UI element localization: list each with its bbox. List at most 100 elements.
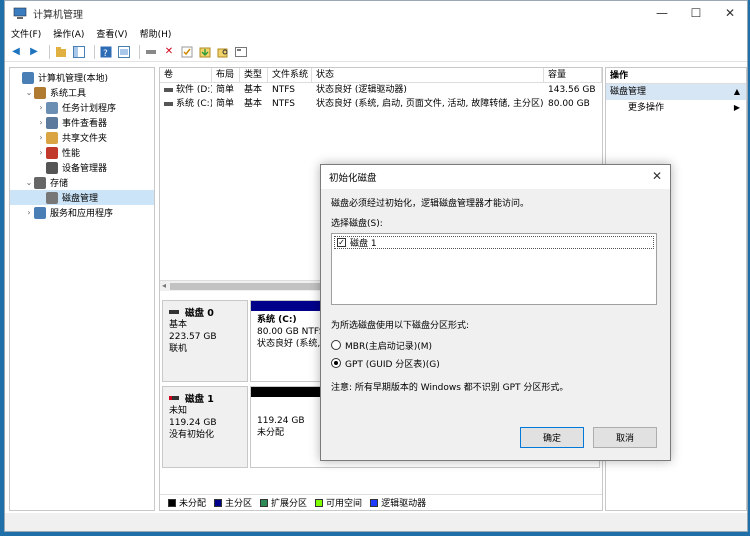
- tree-item[interactable]: ⌄ 存储: [10, 175, 154, 190]
- tree-item-label: 设备管理器: [62, 164, 108, 174]
- maximize-button[interactable]: ☐: [679, 1, 713, 25]
- chevron-down-icon[interactable]: ⌄: [24, 178, 34, 187]
- tree-item[interactable]: › 事件查看器: [10, 115, 154, 130]
- mbr-option[interactable]: MBR(主启动记录)(M): [331, 337, 660, 353]
- disk-0-info[interactable]: 磁盘 0 基本 223.57 GB 联机: [162, 300, 248, 382]
- back-arrow-icon[interactable]: ◀: [9, 45, 23, 59]
- svg-text:?: ?: [103, 49, 108, 58]
- chevron-right-icon[interactable]: ›: [36, 103, 46, 112]
- actions-section-disk-management[interactable]: 磁盘管理 ▲: [606, 84, 746, 100]
- minimize-button[interactable]: —: [645, 1, 679, 25]
- filesystem-cell: NTFS: [272, 99, 295, 109]
- volume-name: 软件 (D:): [176, 85, 212, 95]
- disk-0-type: 基本: [169, 320, 188, 330]
- disk-select-list[interactable]: ✓ 磁盘 1: [331, 233, 657, 305]
- table-row[interactable]: 系统 (C:) 简单 基本 NTFS 状态良好 (系统, 启动, 页面文件, 活…: [160, 97, 602, 111]
- more-actions-item[interactable]: 更多操作 ▶: [606, 100, 746, 116]
- status-cell: 状态良好 (系统, 启动, 页面文件, 活动, 故障转储, 主分区): [316, 99, 544, 109]
- disk-icon: [169, 310, 179, 314]
- column-header-layout[interactable]: 布局: [212, 68, 240, 82]
- chevron-down-icon[interactable]: ⌄: [24, 88, 34, 97]
- tree-item[interactable]: › 性能: [10, 145, 154, 160]
- column-header-status[interactable]: 状态: [312, 68, 544, 82]
- disk-0-title: 磁盘 0: [169, 305, 241, 319]
- collapse-up-icon[interactable]: ▲: [734, 84, 740, 100]
- type-cell: 基本: [244, 99, 263, 109]
- folder-search-icon[interactable]: [216, 45, 230, 59]
- tree-item[interactable]: 磁盘管理: [10, 190, 154, 205]
- actions-section-label: 磁盘管理: [610, 87, 647, 97]
- initialize-disk-dialog: 初始化磁盘 ✕ 磁盘必须经过初始化，逻辑磁盘管理器才能访问。 选择磁盘(S): …: [320, 164, 671, 461]
- help-icon[interactable]: ?: [99, 45, 113, 59]
- tree-item[interactable]: › 服务和应用程序: [10, 205, 154, 220]
- cancel-button[interactable]: 取消: [593, 427, 657, 448]
- navigation-tree: 计算机管理(本地) ⌄ 系统工具 › 任务计划程序 › 事件查看器 › 共享文件夹 › 性能设备管理…: [9, 67, 155, 511]
- scrollbar-thumb[interactable]: [170, 283, 320, 290]
- column-header-filesystem[interactable]: 文件系统: [268, 68, 312, 82]
- volume-name-cell: 系统 (C:): [160, 97, 212, 111]
- chevron-right-icon[interactable]: ›: [36, 148, 46, 157]
- tree-item-label: 系统工具: [50, 89, 87, 99]
- delete-icon[interactable]: ✕: [162, 45, 176, 59]
- menu-help[interactable]: 帮助(H): [140, 27, 172, 40]
- tree-item[interactable]: › 共享文件夹: [10, 130, 154, 145]
- legend-label: 扩展分区: [271, 499, 308, 509]
- tree-node-icon: [46, 191, 58, 204]
- computer-management-icon: [13, 6, 27, 20]
- disk-1-name: 磁盘 1: [185, 394, 214, 405]
- tree-node-icon: [22, 71, 34, 84]
- tree-node-icon: [46, 146, 58, 159]
- list-item[interactable]: ✓ 磁盘 1: [334, 236, 654, 249]
- tree-item[interactable]: ⌄ 系统工具: [10, 85, 154, 100]
- forward-arrow-icon[interactable]: ▶: [27, 45, 41, 59]
- gpt-option[interactable]: GPT (GUID 分区表)(G): [331, 355, 660, 371]
- tree-item-label: 计算机管理(本地): [38, 74, 109, 84]
- properties-check-icon[interactable]: [180, 45, 194, 59]
- gpt-radio[interactable]: [331, 358, 341, 368]
- disk-1-info[interactable]: 磁盘 1 未知 119.24 GB 没有初始化: [162, 386, 248, 468]
- tree-item[interactable]: › 任务计划程序: [10, 100, 154, 115]
- disk-checkbox[interactable]: ✓: [337, 238, 346, 247]
- rescan-icon[interactable]: [198, 45, 212, 59]
- table-row[interactable]: 软件 (D:) 简单 基本 NTFS 状态良好 (逻辑驱动器) 143.56 G…: [160, 83, 602, 97]
- toolbar-separator: [49, 44, 50, 59]
- connect-icon[interactable]: [144, 45, 158, 59]
- settings-panel-icon[interactable]: [234, 45, 248, 59]
- capacity-cell: 143.56 GB: [548, 85, 596, 95]
- disk-0-name: 磁盘 0: [185, 308, 214, 319]
- tree-node-icon: [34, 176, 46, 189]
- gpt-note-text: 注意: 所有早期版本的 Windows 都不识别 GPT 分区形式。: [331, 383, 569, 393]
- ok-button[interactable]: 确定: [520, 427, 584, 448]
- up-folder-icon[interactable]: [54, 45, 68, 59]
- chevron-right-icon[interactable]: ›: [36, 133, 46, 142]
- select-disk-label: 选择磁盘(S):: [331, 219, 383, 229]
- drive-icon: [164, 101, 173, 106]
- tree-item-label: 事件查看器: [62, 119, 108, 129]
- chevron-right-icon[interactable]: ›: [24, 208, 34, 217]
- legend-swatch-primary: [214, 498, 223, 507]
- mbr-radio[interactable]: [331, 340, 341, 350]
- chevron-right-icon[interactable]: ›: [36, 118, 46, 127]
- menu-action[interactable]: 操作(A): [53, 27, 84, 40]
- column-header-type[interactable]: 类型: [240, 68, 268, 82]
- tree-node-icon: [46, 161, 58, 174]
- scroll-left-icon[interactable]: ◂: [162, 281, 166, 290]
- close-button[interactable]: ✕: [713, 1, 747, 25]
- more-actions-label: 更多操作: [628, 103, 665, 113]
- tree-item-label: 任务计划程序: [62, 104, 117, 114]
- drive-icon: [164, 87, 173, 92]
- menu-view[interactable]: 查看(V): [96, 27, 127, 40]
- column-header-capacity[interactable]: 容量: [544, 68, 602, 82]
- tree-item[interactable]: 设备管理器: [10, 160, 154, 175]
- console-icon[interactable]: [117, 45, 131, 59]
- column-header-volume[interactable]: 卷: [160, 68, 212, 82]
- legend-swatch-extended: [260, 498, 269, 507]
- show-hide-tree-icon[interactable]: [72, 45, 86, 59]
- dialog-close-icon[interactable]: ✕: [652, 169, 662, 183]
- menu-file[interactable]: 文件(F): [11, 27, 41, 40]
- tree-item[interactable]: 计算机管理(本地): [10, 70, 154, 85]
- dialog-title-bar: 初始化磁盘 ✕: [321, 165, 670, 189]
- disk-1-size: 119.24 GB: [169, 418, 217, 428]
- gpt-label: GPT (GUID 分区表)(G): [345, 359, 440, 370]
- legend-label: 主分区: [225, 499, 253, 509]
